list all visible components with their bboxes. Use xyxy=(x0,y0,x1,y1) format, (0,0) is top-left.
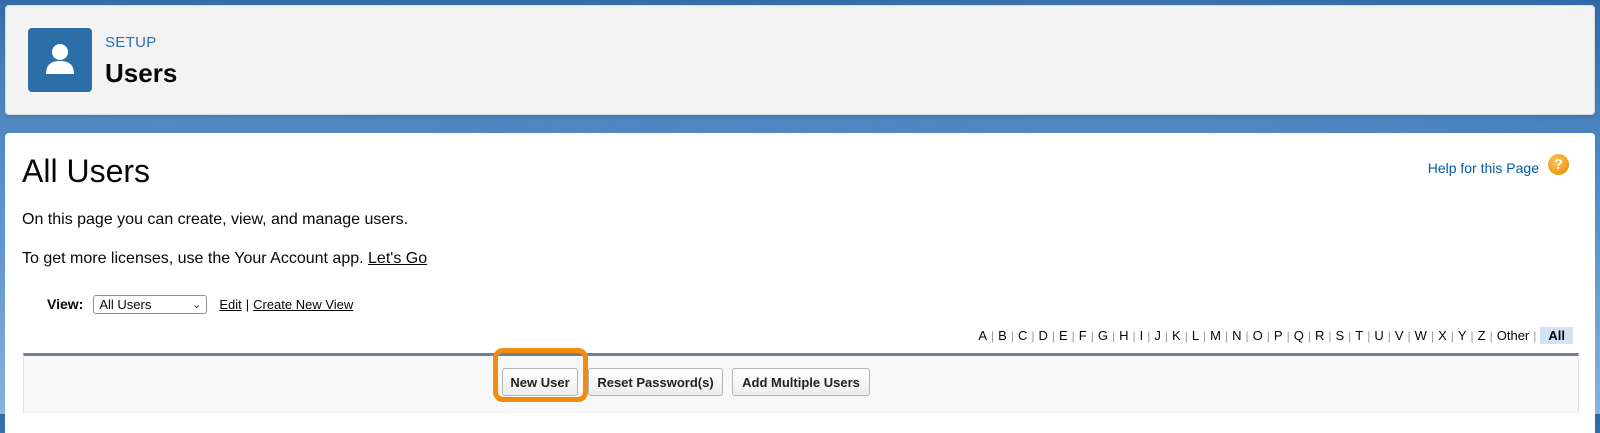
alpha-filter-v[interactable]: V xyxy=(1391,328,1408,343)
alpha-filter-y[interactable]: Y xyxy=(1454,328,1471,343)
alpha-filter-c[interactable]: C xyxy=(1014,328,1031,343)
user-icon xyxy=(28,28,92,92)
create-new-view-link[interactable]: Create New View xyxy=(253,297,353,312)
chevron-down-icon: ⌄ xyxy=(192,298,202,311)
alpha-filter-p[interactable]: P xyxy=(1270,328,1287,343)
page-description: On this page you can create, view, and m… xyxy=(22,211,409,228)
alpha-filter-l[interactable]: L xyxy=(1188,328,1203,343)
alpha-filter-all[interactable]: All xyxy=(1540,327,1573,344)
edit-view-link[interactable]: Edit xyxy=(219,297,241,312)
alpha-filter-k[interactable]: K xyxy=(1168,328,1185,343)
new-user-button[interactable]: New User xyxy=(502,368,578,396)
question-icon[interactable]: ? xyxy=(1548,154,1569,175)
alpha-filter-w[interactable]: W xyxy=(1411,328,1431,343)
alpha-filter-u[interactable]: U xyxy=(1370,328,1387,343)
alpha-filter-j[interactable]: J xyxy=(1150,328,1165,343)
alpha-filter-z[interactable]: Z xyxy=(1474,328,1490,343)
lets-go-link[interactable]: Let's Go xyxy=(368,250,427,267)
view-select[interactable]: All Users ⌄ xyxy=(93,294,208,314)
view-select-value: All Users xyxy=(99,296,152,312)
alpha-filter-r[interactable]: R xyxy=(1311,328,1328,343)
header-eyebrow: SETUP xyxy=(105,34,157,51)
view-selector-row: View: All Users ⌄ Edit | Create New View xyxy=(47,293,353,315)
list-toolbar: New User Reset Password(s) Add Multiple … xyxy=(23,348,1579,413)
reset-password-button[interactable]: Reset Password(s) xyxy=(588,368,723,396)
page-title: All Users xyxy=(22,153,151,189)
help-link[interactable]: Help for this Page xyxy=(1428,160,1539,176)
alpha-filter-e[interactable]: E xyxy=(1055,328,1072,343)
licenses-text: To get more licenses, use the Your Accou… xyxy=(22,250,364,267)
alpha-filter-a[interactable]: A xyxy=(974,328,991,343)
page-header: SETUP Users xyxy=(5,5,1595,115)
alpha-filter-g[interactable]: G xyxy=(1094,328,1112,343)
alpha-filter-d[interactable]: D xyxy=(1034,328,1051,343)
licenses-line: To get more licenses, use the Your Accou… xyxy=(22,250,427,268)
add-multiple-users-button[interactable]: Add Multiple Users xyxy=(732,368,870,396)
alpha-filter-f[interactable]: F xyxy=(1075,328,1091,343)
alpha-filter-m[interactable]: M xyxy=(1206,328,1225,343)
alpha-filter-x[interactable]: X xyxy=(1434,328,1451,343)
alpha-filter-b[interactable]: B xyxy=(994,328,1011,343)
alphabet-filter: A | B | C | D | E | F | G | H | I | J | K | L | M | N | O | P | Q | R | S | T |… xyxy=(974,327,1573,344)
alpha-filter-q[interactable]: Q xyxy=(1290,328,1308,343)
main-content: All Users Help for this Page ? On this p… xyxy=(5,133,1595,433)
alpha-filter-i[interactable]: I xyxy=(1136,328,1148,343)
alpha-filter-h[interactable]: H xyxy=(1115,328,1132,343)
view-separator: | xyxy=(245,296,250,312)
alpha-filter-n[interactable]: N xyxy=(1228,328,1245,343)
alpha-filter-t[interactable]: T xyxy=(1351,328,1367,343)
alpha-filter-s[interactable]: S xyxy=(1331,328,1348,343)
view-label: View: xyxy=(47,296,84,312)
alpha-filter-other[interactable]: Other xyxy=(1493,328,1534,343)
header-title: Users xyxy=(105,58,178,88)
alpha-filter-o[interactable]: O xyxy=(1249,328,1267,343)
alpha-separator: | xyxy=(1533,328,1537,343)
